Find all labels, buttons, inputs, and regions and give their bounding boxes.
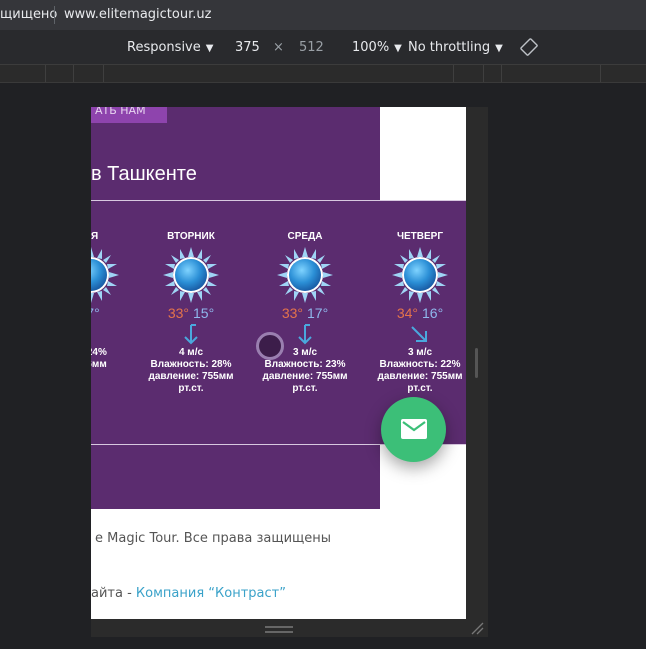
humidity: Влажность: 23% bbox=[264, 359, 346, 370]
chevron-down-icon: ▼ bbox=[205, 43, 214, 54]
wind-direction-icon bbox=[184, 324, 198, 345]
day-temps: 33° 17° bbox=[245, 305, 365, 321]
header-block: АТЬ НАМ в Ташкенте bbox=[91, 107, 380, 200]
zoom-label: 100% bbox=[352, 40, 390, 55]
sun-icon bbox=[163, 247, 219, 303]
copyright-text: e Magic Tour. Все права защищены bbox=[95, 531, 332, 546]
temp-low: 16° bbox=[422, 305, 444, 321]
device-toolbar: Responsive ▼ 375 × 512 100% ▼ No throttlin… bbox=[0, 30, 646, 65]
pressure: давление: 755мм bbox=[148, 371, 234, 382]
day-name: ЧЕТВЕРГ bbox=[396, 231, 444, 242]
resize-handle-bottom-line bbox=[265, 631, 293, 633]
temp-high: 33° bbox=[281, 305, 303, 321]
height-input[interactable]: 512 bbox=[299, 40, 324, 55]
chevron-down-icon: ▼ bbox=[495, 43, 503, 54]
media-query-ruler[interactable] bbox=[0, 65, 646, 83]
sun-icon bbox=[392, 247, 448, 303]
rotate-icon[interactable] bbox=[520, 38, 538, 56]
resize-handle-bottom[interactable] bbox=[265, 626, 293, 628]
dimension-separator: × bbox=[273, 40, 284, 55]
security-indicator[interactable]: щищено bbox=[0, 7, 57, 22]
day-name: СРЕДА bbox=[287, 231, 323, 242]
temp-high: 34° bbox=[396, 305, 418, 321]
url-text[interactable]: www.elitemagictour.uz bbox=[64, 7, 211, 22]
day-temps: 33° 15° bbox=[131, 305, 251, 321]
chevron-down-icon: ▼ bbox=[394, 43, 402, 54]
pressure-unit: рт.ст. bbox=[292, 383, 318, 394]
zoom-select[interactable]: 100% ▼ bbox=[352, 40, 402, 55]
developer-prefix: айта - bbox=[91, 586, 136, 601]
pressure-unit: рт.ст. bbox=[407, 383, 433, 394]
viewport-bottom-frame bbox=[91, 619, 488, 637]
humidity: Влажность: 28% bbox=[150, 359, 232, 370]
throttling-label: No throttling bbox=[408, 40, 491, 55]
contact-tab[interactable]: АТЬ НАМ bbox=[91, 107, 167, 123]
pressure: давление: 755мм bbox=[377, 371, 463, 382]
day-details: 3 м/с Влажность: 22% давление: 755мм рт.… bbox=[360, 347, 466, 395]
divider bbox=[54, 6, 55, 24]
day-name: ВТОРНИК bbox=[167, 231, 215, 242]
touch-cursor bbox=[256, 332, 284, 360]
throttling-select[interactable]: No throttling ▼ bbox=[408, 40, 503, 55]
mail-icon bbox=[401, 419, 427, 439]
wind-speed: 4 м/с bbox=[178, 347, 204, 358]
page-title: в Ташкенте bbox=[91, 163, 197, 185]
humidity: Влажность: 22% bbox=[379, 359, 461, 370]
wind-direction-icon bbox=[411, 326, 427, 342]
emulated-viewport: АТЬ НАМ в Ташкенте НЯ 7° а: 24% 756мм ВТ… bbox=[91, 107, 466, 619]
developer-credit: айта - Компания “Контраст” bbox=[91, 586, 286, 601]
sun-icon bbox=[277, 247, 333, 303]
width-input[interactable]: 375 bbox=[235, 40, 260, 55]
developer-link[interactable]: Компания “Контраст” bbox=[136, 586, 286, 601]
lower-purple-block bbox=[91, 445, 380, 509]
temp-low: 15° bbox=[193, 305, 215, 321]
temp-high: 33° bbox=[167, 305, 189, 321]
temp-low: 7° bbox=[91, 305, 100, 321]
wind-direction-icon bbox=[298, 324, 312, 345]
address-bar: щищено www.elitemagictour.uz bbox=[0, 0, 646, 30]
device-select[interactable]: Responsive ▼ bbox=[127, 40, 213, 55]
day-details: 4 м/с Влажность: 28% давление: 755мм рт.… bbox=[131, 347, 251, 395]
wind-speed: 3 м/с bbox=[407, 347, 433, 358]
resize-corner-icon[interactable] bbox=[470, 621, 484, 635]
sun-icon bbox=[91, 247, 119, 303]
pressure-unit: рт.ст. bbox=[178, 383, 204, 394]
resize-handle-right[interactable] bbox=[475, 348, 478, 378]
day-temps: 34° 16° bbox=[360, 305, 466, 321]
pressure: давление: 755мм bbox=[262, 371, 348, 382]
temp-low: 17° bbox=[307, 305, 329, 321]
contact-fab-button[interactable] bbox=[381, 397, 446, 462]
device-label: Responsive bbox=[127, 40, 201, 55]
